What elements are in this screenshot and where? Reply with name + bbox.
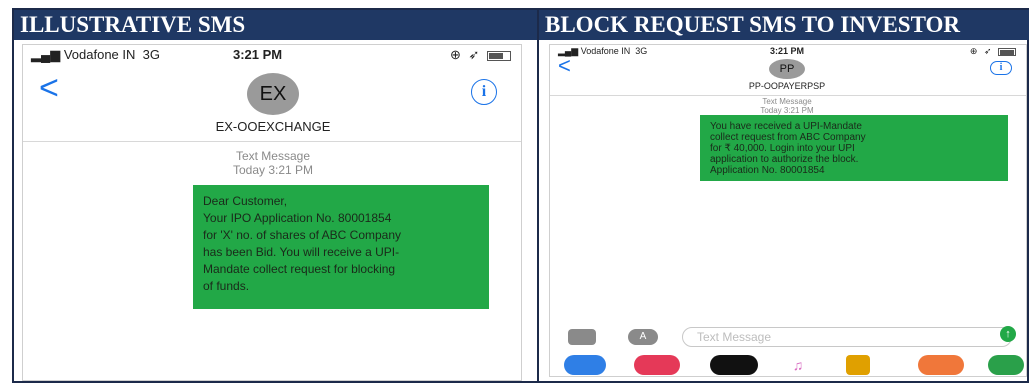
search-images-app-icon[interactable] <box>634 355 680 375</box>
app-store-app-icon[interactable] <box>564 355 606 375</box>
sms-comparison-table: ILLUSTRATIVE SMS BLOCK REQUEST SMS TO IN… <box>12 8 1029 383</box>
message-timestamp: Text Message Today 3:21 PM <box>760 97 814 115</box>
carrier-label: ▂▄▆ Vodafone IN 3G <box>558 46 648 56</box>
info-icon[interactable]: i <box>471 79 497 105</box>
battery-icon <box>998 47 1016 56</box>
app-store-icon[interactable]: A <box>628 329 658 345</box>
animoji-app-icon[interactable] <box>918 355 964 375</box>
send-icon[interactable]: ↑ <box>1000 326 1016 342</box>
signal-icon: ▂▄▆ <box>31 47 64 62</box>
music-app-icon[interactable]: ♫ <box>786 355 810 375</box>
status-time: 3:21 PM <box>233 47 283 62</box>
maps-app-icon[interactable] <box>988 355 1024 375</box>
message-bubble[interactable]: Dear Customer, Your IPO Application No. … <box>193 185 489 309</box>
avatar[interactable]: PP <box>769 59 805 79</box>
alarm-icon: ⊕ <box>449 47 463 62</box>
back-button[interactable]: < <box>558 55 571 77</box>
carrier-label: ▂▄▆ Vodafone IN 3G <box>31 47 160 62</box>
location-icon: ➶ <box>468 47 482 62</box>
right-phone-screenshot: ▂▄▆ Vodafone IN 3G 3:21 PM ⊕ ➶ < PP PP-O… <box>549 44 1027 377</box>
header-block-request-sms: BLOCK REQUEST SMS TO INVESTOR <box>539 10 1029 40</box>
status-time: 3:21 PM <box>770 46 805 56</box>
compose-bar: A Text Message ↑ <box>550 325 1026 349</box>
header-illustrative-sms: ILLUSTRATIVE SMS <box>14 10 537 40</box>
left-phone-screenshot: ▂▄▆ Vodafone IN 3G 3:21 PM ⊕ ➶ < EX EX-O… <box>22 44 522 381</box>
column-divider <box>537 10 539 381</box>
contact-name[interactable]: PP-OOPAYERPSP <box>717 81 857 91</box>
digital-touch-app-icon[interactable] <box>710 355 758 375</box>
alarm-icon: ⊕ <box>969 46 980 56</box>
imessage-app-strip: ♫ <box>550 353 1026 376</box>
status-icons: ⊕ ➶ <box>450 47 511 63</box>
location-icon: ➶ <box>983 46 994 56</box>
status-bar: ▂▄▆ Vodafone IN 3G 3:21 PM ⊕ ➶ <box>23 45 521 65</box>
camera-icon[interactable] <box>568 329 596 345</box>
back-button[interactable]: < <box>39 71 59 105</box>
battery-icon <box>487 50 511 61</box>
status-icons: ⊕ ➶ <box>970 46 1016 57</box>
photos-app-icon[interactable] <box>846 355 870 375</box>
header-separator <box>550 95 1026 96</box>
message-bubble[interactable]: You have received a UPI-Mandate collect … <box>700 115 1008 181</box>
info-icon[interactable]: i <box>990 61 1012 75</box>
header-separator <box>23 141 521 142</box>
status-bar: ▂▄▆ Vodafone IN 3G 3:21 PM ⊕ ➶ <box>550 45 1026 59</box>
contact-name[interactable]: EX-OOEXCHANGE <box>173 119 373 134</box>
message-timestamp: Text Message Today 3:21 PM <box>232 149 314 177</box>
message-input[interactable]: Text Message <box>682 327 1012 347</box>
avatar[interactable]: EX <box>247 73 299 115</box>
